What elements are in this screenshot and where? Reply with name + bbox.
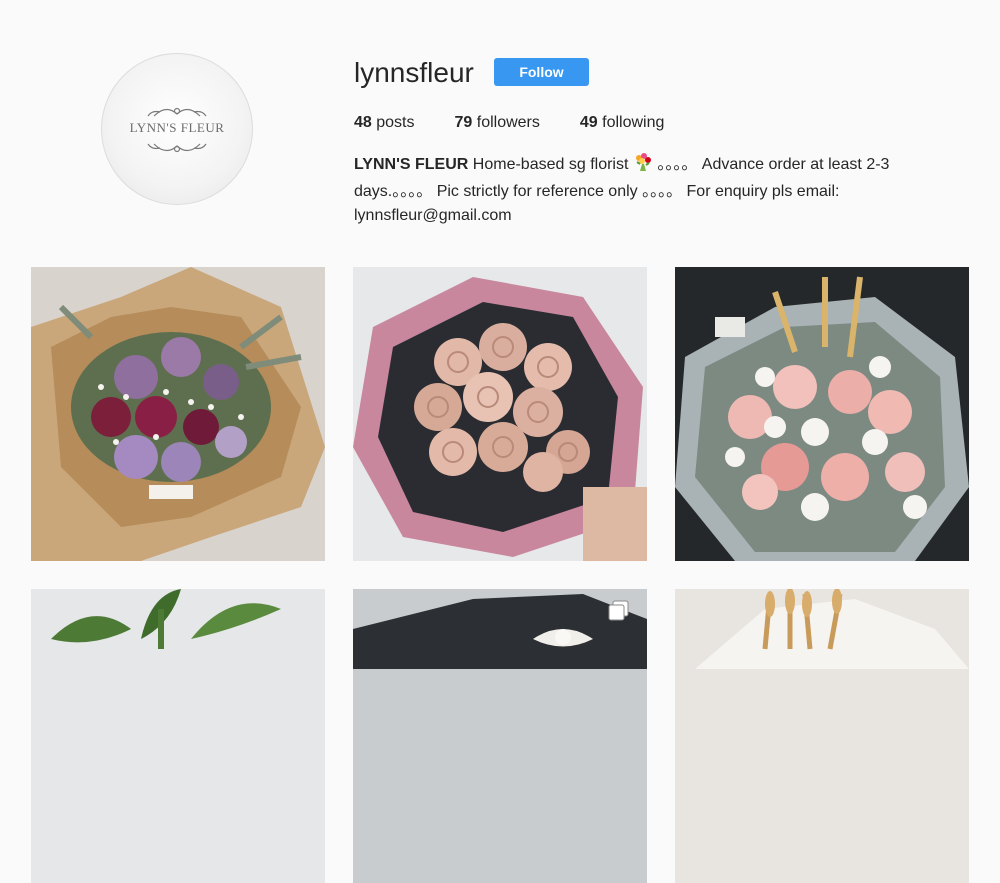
post-image-dark-bouquet — [353, 589, 647, 883]
post-image-green-plant — [31, 589, 325, 883]
post-image-wheat-bouquet — [675, 589, 969, 883]
post-tile-2[interactable] — [353, 267, 647, 561]
avatar-logo-text: LYNN'S FLEUR — [129, 120, 225, 135]
bio-text-part1: Home-based sg florist — [472, 156, 629, 173]
profile-avatar[interactable]: LYNN'S FLEUR — [101, 53, 253, 205]
profile-bio: LYNN'S FLEUR Home-based sg florist 。。。。 … — [354, 152, 954, 228]
bio-name: LYNN'S FLEUR — [354, 156, 469, 173]
posts-label: posts — [376, 114, 415, 131]
post-tile-1[interactable] — [31, 267, 325, 561]
post-image-purple-roses — [31, 267, 325, 561]
multiple-images-icon — [608, 600, 629, 621]
post-tile-5[interactable] — [353, 589, 647, 883]
followers-count: 79 — [454, 114, 473, 131]
profile-stats: 48 posts 79 followers 49 following — [354, 113, 704, 133]
followers-label: followers — [476, 114, 540, 131]
post-image-pink-roses-cotton — [675, 267, 969, 561]
following-stat[interactable]: 49 following — [580, 113, 665, 133]
following-label: following — [602, 114, 665, 131]
followers-stat[interactable]: 79 followers — [455, 113, 540, 133]
post-tile-3[interactable] — [675, 267, 969, 561]
posts-count: 48 — [354, 114, 372, 131]
follow-button[interactable]: Follow — [494, 58, 589, 86]
bouquet-emoji-icon — [633, 152, 653, 180]
post-image-pink-roses-dark-wrap — [353, 267, 647, 561]
posts-stat: 48 posts — [354, 113, 415, 133]
post-tile-6[interactable] — [675, 589, 969, 883]
post-tile-4[interactable] — [31, 589, 325, 883]
profile-username: lynnsfleur — [354, 57, 474, 88]
following-count: 49 — [579, 114, 598, 131]
